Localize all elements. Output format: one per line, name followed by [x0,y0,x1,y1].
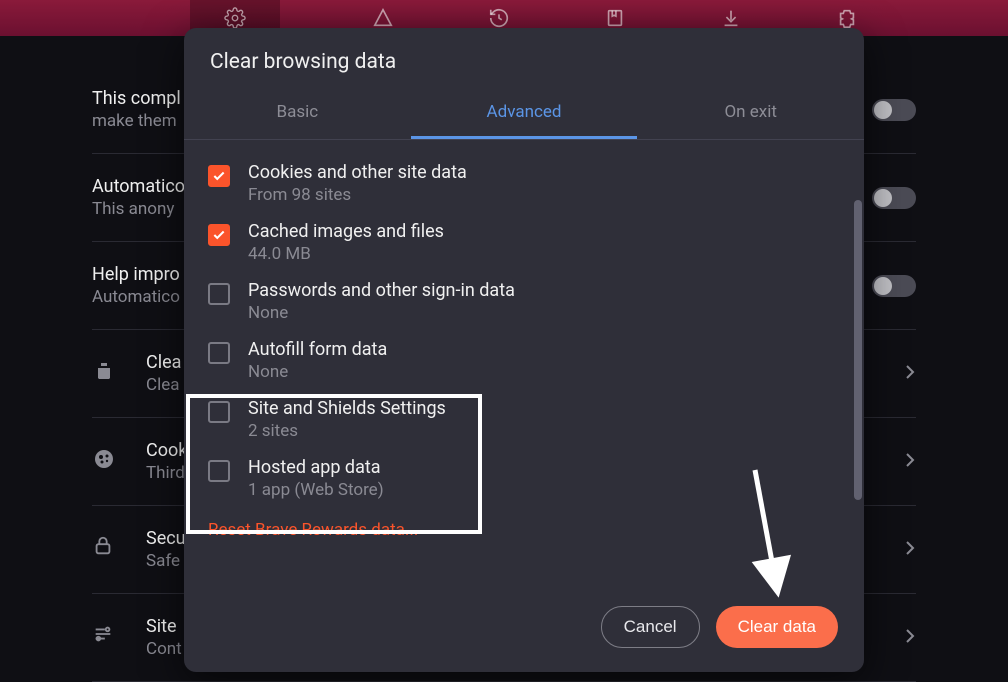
scrollbar-track[interactable] [854,140,864,586]
reset-rewards-link[interactable]: Reset Brave Rewards data... [198,508,848,540]
list-item-subtitle: Clea [146,375,181,395]
scrollbar-thumb[interactable] [854,200,862,500]
list-item-subtitle: Cont [146,639,182,659]
dialog-footer: Cancel Clear data [184,586,864,672]
chevron-right-icon [904,539,916,561]
checkbox[interactable] [208,342,230,364]
tab-on-exit[interactable]: On exit [637,88,864,139]
tab-basic[interactable]: Basic [184,88,411,139]
cancel-button[interactable]: Cancel [601,606,700,648]
item-detail: 2 sites [248,421,446,441]
item-detail: 1 app (Web Store) [248,480,384,500]
checkbox[interactable] [208,165,230,187]
checkbox[interactable] [208,224,230,246]
dialog-scroll-area: Cookies and other site dataFrom 98 sites… [184,140,864,586]
item-label: Cached images and files [248,221,444,242]
list-icon [92,359,122,389]
list-item-title: Clea [146,352,181,373]
clear-data-button[interactable]: Clear data [716,606,838,648]
toggle-switch[interactable] [872,99,916,121]
checkbox[interactable] [208,460,230,482]
item-label: Hosted app data [248,457,384,478]
list-item-title: Site [146,616,182,637]
item-detail: None [248,362,387,382]
checkbox[interactable] [208,283,230,305]
list-icon [92,623,122,653]
clear-data-item[interactable]: Cached images and files44.0 MB [198,213,848,272]
clear-browsing-data-dialog: Clear browsing data Basic Advanced On ex… [184,28,864,672]
toggle-switch[interactable] [872,187,916,209]
item-detail: From 98 sites [248,185,467,205]
clear-data-item[interactable]: Site and Shields Settings2 sites [198,390,848,449]
clear-data-item[interactable]: Hosted app data1 app (Web Store) [198,449,848,508]
chevron-right-icon [904,451,916,473]
dialog-title: Clear browsing data [184,28,864,88]
chevron-right-icon [904,627,916,649]
item-detail: 44.0 MB [248,244,444,264]
item-label: Site and Shields Settings [248,398,446,419]
item-label: Passwords and other sign-in data [248,280,515,301]
item-label: Cookies and other site data [248,162,467,183]
clear-data-item[interactable]: Cookies and other site dataFrom 98 sites [198,154,848,213]
clear-data-item[interactable]: Passwords and other sign-in dataNone [198,272,848,331]
item-label: Autofill form data [248,339,387,360]
chevron-right-icon [904,363,916,385]
list-icon [92,447,122,477]
list-item-subtitle: Third [146,463,187,483]
list-icon [92,535,122,565]
item-detail: None [248,303,515,323]
checkbox[interactable] [208,401,230,423]
toggle-switch[interactable] [872,275,916,297]
list-item-title: Secu [146,528,186,549]
dialog-tabs: Basic Advanced On exit [184,88,864,140]
list-item-subtitle: Safe [146,551,186,571]
clear-data-item[interactable]: Autofill form dataNone [198,331,848,390]
list-item-title: Cook [146,440,187,461]
tab-advanced[interactable]: Advanced [411,88,638,139]
